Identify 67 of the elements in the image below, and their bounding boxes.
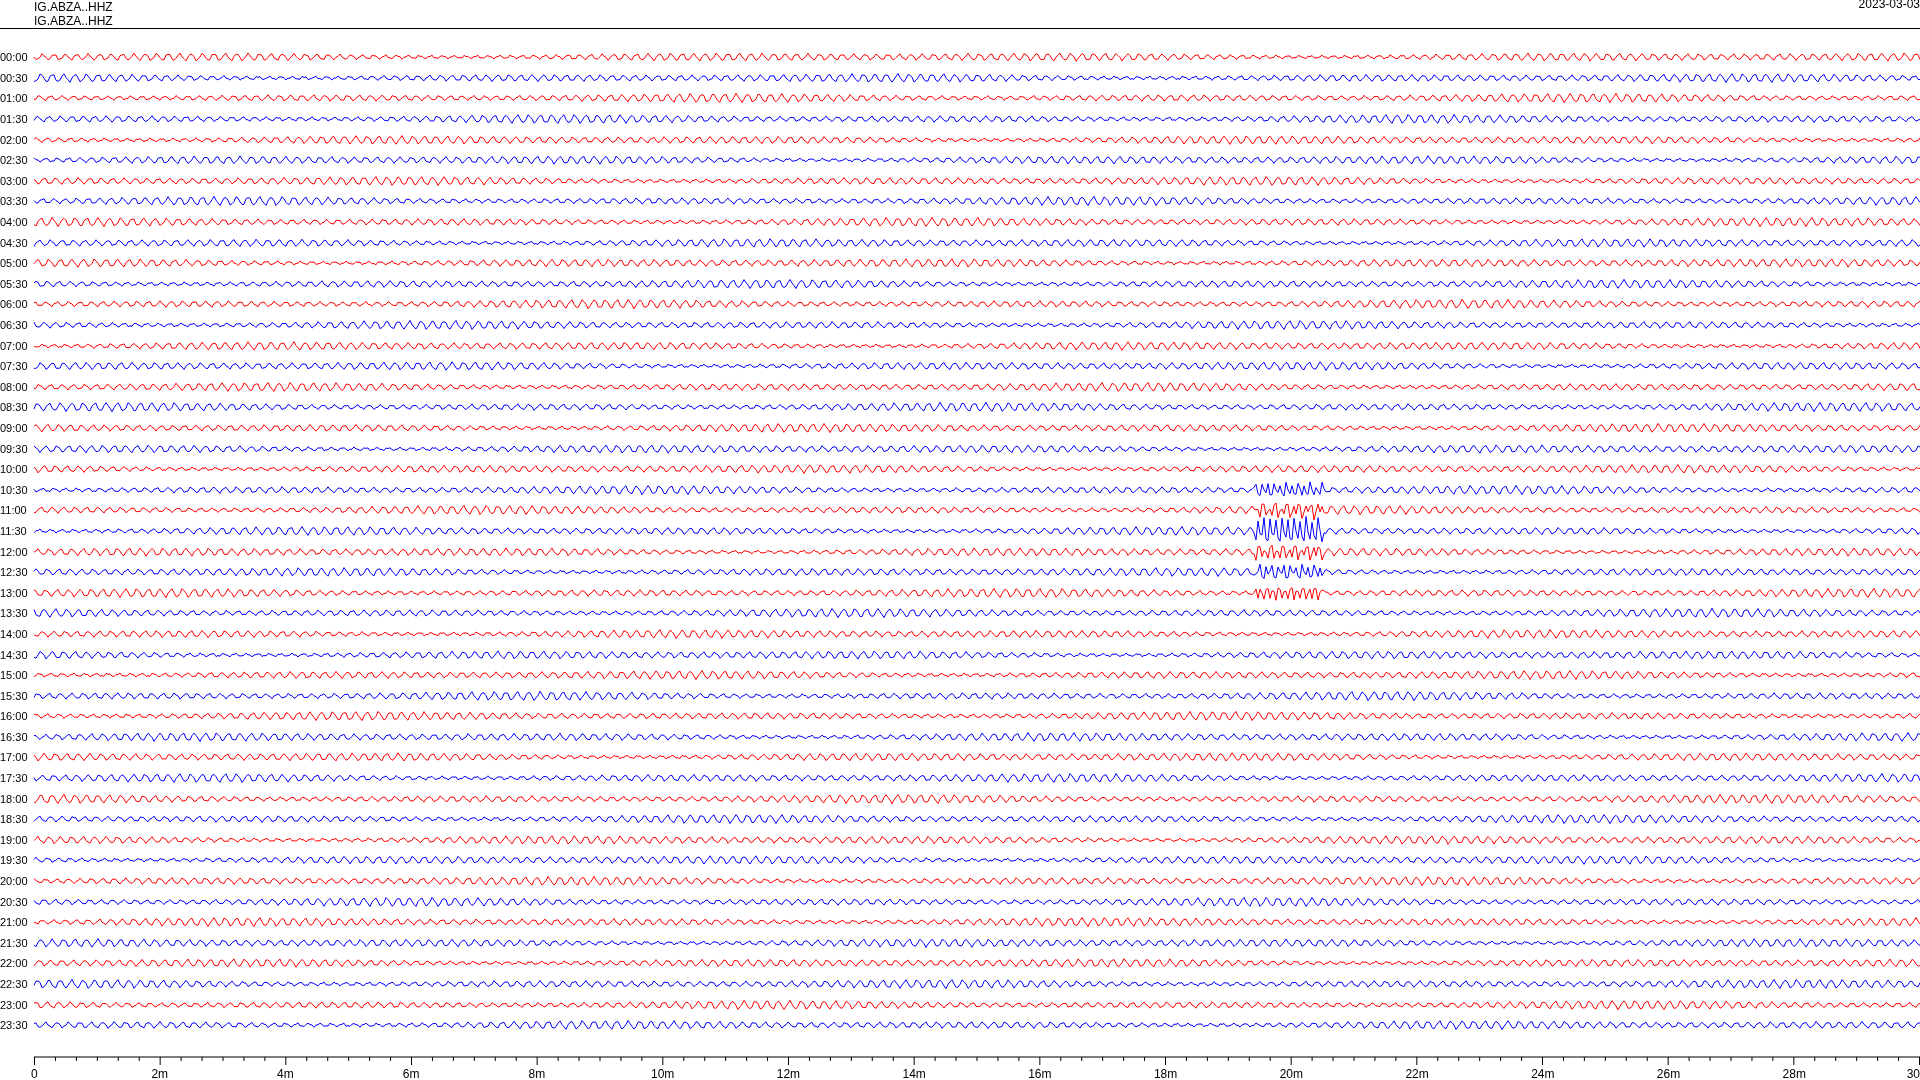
time-label: 06:00 (0, 298, 29, 311)
time-label: 15:30 (0, 689, 29, 702)
axis-tick-label: 22m (1405, 1066, 1429, 1080)
time-label: 17:30 (0, 772, 29, 785)
time-label: 15:00 (0, 669, 29, 682)
time-label: 22:00 (0, 957, 29, 970)
axis-tick-label: 8m (528, 1066, 546, 1080)
time-label: 00:30 (0, 71, 29, 84)
time-label: 16:00 (0, 710, 29, 723)
time-label: 07:30 (0, 360, 29, 373)
time-label: 19:30 (0, 854, 29, 867)
time-label: 03:00 (0, 174, 29, 187)
axis-tick-label: 16m (1028, 1066, 1052, 1080)
time-label: 21:00 (0, 916, 29, 929)
time-label: 12:00 (0, 545, 29, 558)
time-label: 23:30 (0, 1019, 29, 1032)
date-label: 2023-03-03 (1858, 0, 1920, 13)
time-label: 06:30 (0, 319, 29, 331)
time-label: 18:30 (0, 813, 29, 826)
station-label: IG.ABZA..HHZ (34, 14, 113, 28)
time-label: 09:30 (0, 442, 29, 455)
time-label: 22:30 (0, 978, 29, 990)
time-label: 09:00 (0, 422, 29, 434)
time-label: 10:00 (0, 463, 29, 476)
axis-tick-label: 26m (1656, 1066, 1681, 1080)
time-label: 02:00 (0, 133, 29, 146)
time-label: 20:30 (0, 895, 29, 908)
time-label: 20:00 (0, 875, 29, 888)
axis-tick-label: 0 (31, 1066, 38, 1080)
time-label: 18:00 (0, 792, 29, 805)
axis-tick-label: 10m (651, 1066, 675, 1080)
time-label: 10:30 (0, 483, 29, 496)
station-label: IG.ABZA..HHZ (34, 0, 113, 14)
time-label: 12:30 (0, 566, 29, 579)
time-label: 14:30 (0, 648, 29, 661)
time-label: 01:30 (0, 113, 29, 126)
time-label: 13:00 (0, 586, 29, 599)
axis-tick-label: 28m (1782, 1066, 1806, 1080)
time-label: 05:30 (0, 277, 29, 290)
axis-tick-label: 6m (402, 1066, 420, 1080)
time-label: 16:30 (0, 730, 29, 743)
time-label: 14:00 (0, 627, 29, 640)
time-label: 08:00 (0, 380, 29, 393)
axis-tick-label: 30 (1906, 1066, 1920, 1080)
time-label: 02:30 (0, 154, 29, 167)
time-label: 08:30 (0, 401, 29, 414)
axis-tick-label: 4m (277, 1066, 294, 1080)
time-label: 04:30 (0, 236, 29, 249)
time-label: 11:00 (0, 504, 28, 517)
time-label: 21:30 (0, 936, 29, 949)
axis-tick-label: 14m (902, 1066, 926, 1080)
time-label: 01:00 (0, 92, 29, 105)
axis-tick-label: 12m (776, 1066, 801, 1080)
time-label: 19:00 (0, 833, 29, 846)
axis-tick-label: 20m (1279, 1066, 1303, 1080)
time-label: 17:00 (0, 751, 29, 764)
time-label: 23:00 (0, 998, 29, 1011)
axis-tick-label: 24m (1531, 1066, 1555, 1080)
axis-tick-label: 2m (151, 1066, 169, 1080)
time-label: 03:30 (0, 195, 29, 208)
time-label: 04:00 (0, 216, 29, 229)
time-label: 11:30 (0, 524, 28, 537)
time-label: 07:00 (0, 339, 29, 352)
time-label: 13:30 (0, 607, 29, 620)
axis-tick-label: 18m (1153, 1066, 1178, 1080)
time-label: 00:00 (0, 51, 29, 64)
time-label: 05:00 (0, 257, 29, 270)
